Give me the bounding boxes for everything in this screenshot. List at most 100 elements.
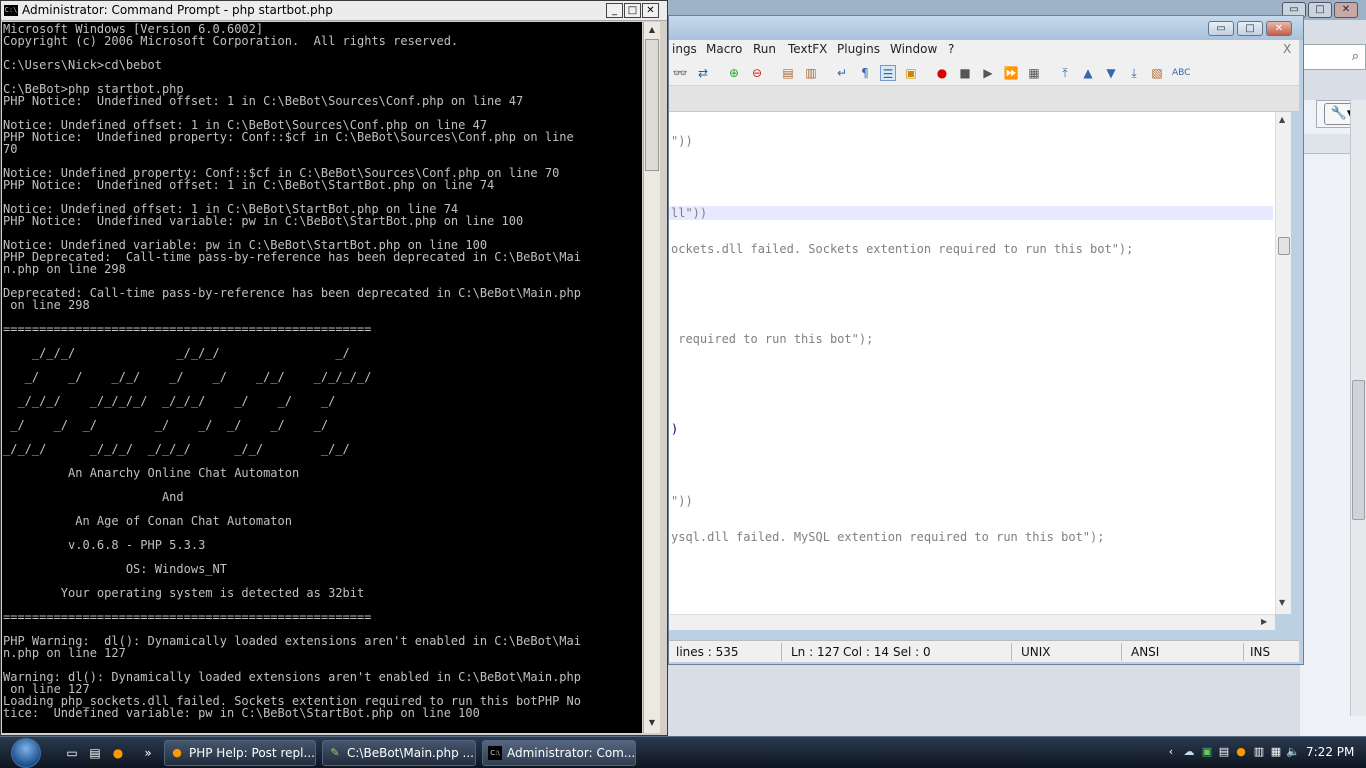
editor-vertical-scrollbar[interactable]: ▲ ▼ (1275, 112, 1291, 614)
status-separator (1243, 643, 1244, 661)
cmd-maximize-button[interactable]: □ (624, 3, 641, 18)
code-line-current: ll")) (669, 206, 1273, 220)
background-close-button[interactable]: ✕ (1334, 2, 1358, 18)
tray-expand-icon[interactable]: ‹ (1164, 745, 1178, 759)
tray-printer-icon[interactable]: ▤ (1217, 745, 1231, 759)
npp-toolbar: 👓 ⇄ ⊕ ⊖ ▤ ▥ ↵ ¶ ☰ ▣ ● ■ ▶ ⏩ ▦ ⤒ ▲ ▼ ⤓ ▧ … (669, 60, 1299, 86)
notepadpp-window: ▭ □ ✕ ings Macro Run TextFX Plugins Wind… (668, 15, 1304, 665)
editor-horizontal-scrollbar[interactable]: ▶ (669, 614, 1275, 630)
binoculars-icon[interactable]: 👓 (672, 65, 688, 81)
console-output[interactable]: Microsoft Windows [Version 6.0.6002] Cop… (2, 22, 642, 733)
code-line: ")) (671, 494, 693, 508)
status-col: Col : 14 (843, 645, 889, 659)
stop-macro-icon[interactable]: ■ (957, 65, 973, 81)
spellcheck-icon[interactable]: ABC (1172, 65, 1190, 81)
background-scrollbar[interactable] (1350, 100, 1366, 716)
indent-guide-icon[interactable]: ☰ (880, 65, 896, 81)
move-bottom-icon[interactable]: ⤓ (1126, 65, 1142, 81)
sync-v-icon[interactable]: ▤ (780, 65, 796, 81)
cmd-close-button[interactable]: ✕ (642, 3, 659, 18)
notepadpp-icon: ✎ (330, 746, 340, 759)
search-icon[interactable]: ⌕ (1352, 49, 1359, 64)
cmd-task-icon: C:\ (488, 746, 502, 760)
status-separator (1011, 643, 1012, 661)
task-notepadpp[interactable]: ✎ C:\BeBot\Main.php ... (322, 740, 476, 766)
move-down-icon[interactable]: ▼ (1103, 65, 1119, 81)
status-separator (1121, 643, 1122, 661)
play-macro-icon[interactable]: ▶ (980, 65, 996, 81)
save-macro-icon[interactable]: ▦ (1026, 65, 1042, 81)
code-editor[interactable]: ")) ll")) ockets.dll failed. Sockets ext… (669, 112, 1275, 614)
cmd-title: Administrator: Command Prompt - php star… (22, 3, 333, 17)
npp-maximize-button[interactable]: □ (1237, 21, 1263, 36)
zoom-out-icon[interactable]: ⊖ (749, 65, 765, 81)
clipboard-icon[interactable]: ▧ (1149, 65, 1165, 81)
tray-monitor-icon[interactable]: ▦ (1269, 745, 1283, 759)
code-line: ) (671, 422, 679, 436)
show-all-chars-icon[interactable]: ¶ (857, 65, 873, 81)
tray-firefox-icon[interactable]: ● (1234, 745, 1248, 759)
menu-run[interactable]: Run (753, 42, 776, 56)
menu-window[interactable]: Window (890, 42, 937, 56)
background-scroll-thumb[interactable] (1352, 380, 1365, 520)
status-sel: Sel : 0 (893, 645, 931, 659)
code-line: ")) (671, 134, 693, 148)
zoom-in-icon[interactable]: ⊕ (726, 65, 742, 81)
quicklaunch-more-icon[interactable]: » (140, 745, 156, 761)
run-macro-multiple-icon[interactable]: ⏩ (1003, 65, 1019, 81)
start-button[interactable] (2, 737, 50, 768)
wrap-icon[interactable]: ↵ (834, 65, 850, 81)
scroll-right-arrow[interactable]: ▶ (1261, 617, 1267, 626)
replace-icon[interactable]: ⇄ (695, 65, 711, 81)
scroll-down-arrow[interactable]: ▼ (1279, 598, 1285, 607)
menu-close-doc[interactable]: X (1283, 42, 1291, 56)
taskbar: ▭ ▤ ● » ● PHP Help: Post repl... ✎ C:\Be… (0, 736, 1366, 768)
clock[interactable]: 7:22 PM (1306, 745, 1354, 759)
code-line: required to run this bot"); (671, 332, 874, 346)
record-macro-icon[interactable]: ● (934, 65, 950, 81)
code-line: ysql.dll failed. MySQL extention require… (671, 530, 1105, 544)
tray-network-icon[interactable]: ▥ (1252, 745, 1266, 759)
windows-orb-icon[interactable] (11, 738, 41, 768)
menu-plugins[interactable]: Plugins (837, 42, 880, 56)
status-separator (781, 643, 782, 661)
cmd-scroll-thumb[interactable] (645, 39, 659, 171)
command-prompt-window: C:\ Administrator: Command Prompt - php … (0, 0, 668, 736)
npp-close-button[interactable]: ✕ (1266, 21, 1292, 36)
task-label: PHP Help: Post repl... (189, 746, 315, 760)
show-desktop-icon[interactable]: ▭ (64, 745, 80, 761)
firefox-quicklaunch-icon[interactable]: ● (110, 745, 126, 761)
switch-windows-icon[interactable]: ▤ (87, 745, 103, 761)
tray-app-icon[interactable]: ▣ (1200, 745, 1214, 759)
cmd-scroll-down-arrow[interactable]: ▼ (645, 716, 659, 730)
sync-h-icon[interactable]: ▥ (803, 65, 819, 81)
task-label: C:\BeBot\Main.php ... (347, 746, 474, 760)
npp-tabbar (669, 86, 1299, 112)
npp-statusbar: lines : 535 Ln : 127 Col : 14 Sel : 0 UN… (669, 640, 1299, 662)
cmd-scrollbar[interactable]: ▲ ▼ (643, 22, 660, 733)
cmd-titlebar[interactable]: C:\ Administrator: Command Prompt - php … (1, 1, 667, 21)
cmd-minimize-button[interactable]: _ (606, 3, 623, 18)
cmd-scroll-up-arrow[interactable]: ▲ (645, 23, 659, 37)
menu-textfx[interactable]: TextFX (788, 42, 827, 56)
user-lang-icon[interactable]: ▣ (903, 65, 919, 81)
task-label: Administrator: Com... (507, 746, 636, 760)
move-up-icon[interactable]: ▲ (1080, 65, 1096, 81)
menu-macro[interactable]: Macro (706, 42, 742, 56)
menu-help[interactable]: ? (948, 42, 954, 56)
background-maximize-button[interactable]: □ (1308, 2, 1332, 18)
scroll-up-arrow[interactable]: ▲ (1279, 115, 1285, 124)
menu-settings[interactable]: ings (672, 42, 697, 56)
move-top-icon[interactable]: ⤒ (1057, 65, 1073, 81)
npp-minimize-button[interactable]: ▭ (1208, 21, 1234, 36)
status-encoding: ANSI (1131, 645, 1160, 659)
cmd-icon: C:\ (4, 5, 18, 16)
firefox-icon: ● (172, 746, 182, 759)
background-search-box[interactable]: ⌕ (1300, 44, 1366, 70)
status-mode: INS (1250, 645, 1271, 659)
volume-icon[interactable]: 🔈 (1286, 745, 1300, 759)
task-cmd[interactable]: C:\ Administrator: Com... (482, 740, 636, 766)
tray-cloud-icon[interactable]: ☁ (1182, 745, 1196, 759)
editor-scroll-thumb[interactable] (1278, 237, 1290, 255)
task-firefox[interactable]: ● PHP Help: Post repl... (164, 740, 316, 766)
